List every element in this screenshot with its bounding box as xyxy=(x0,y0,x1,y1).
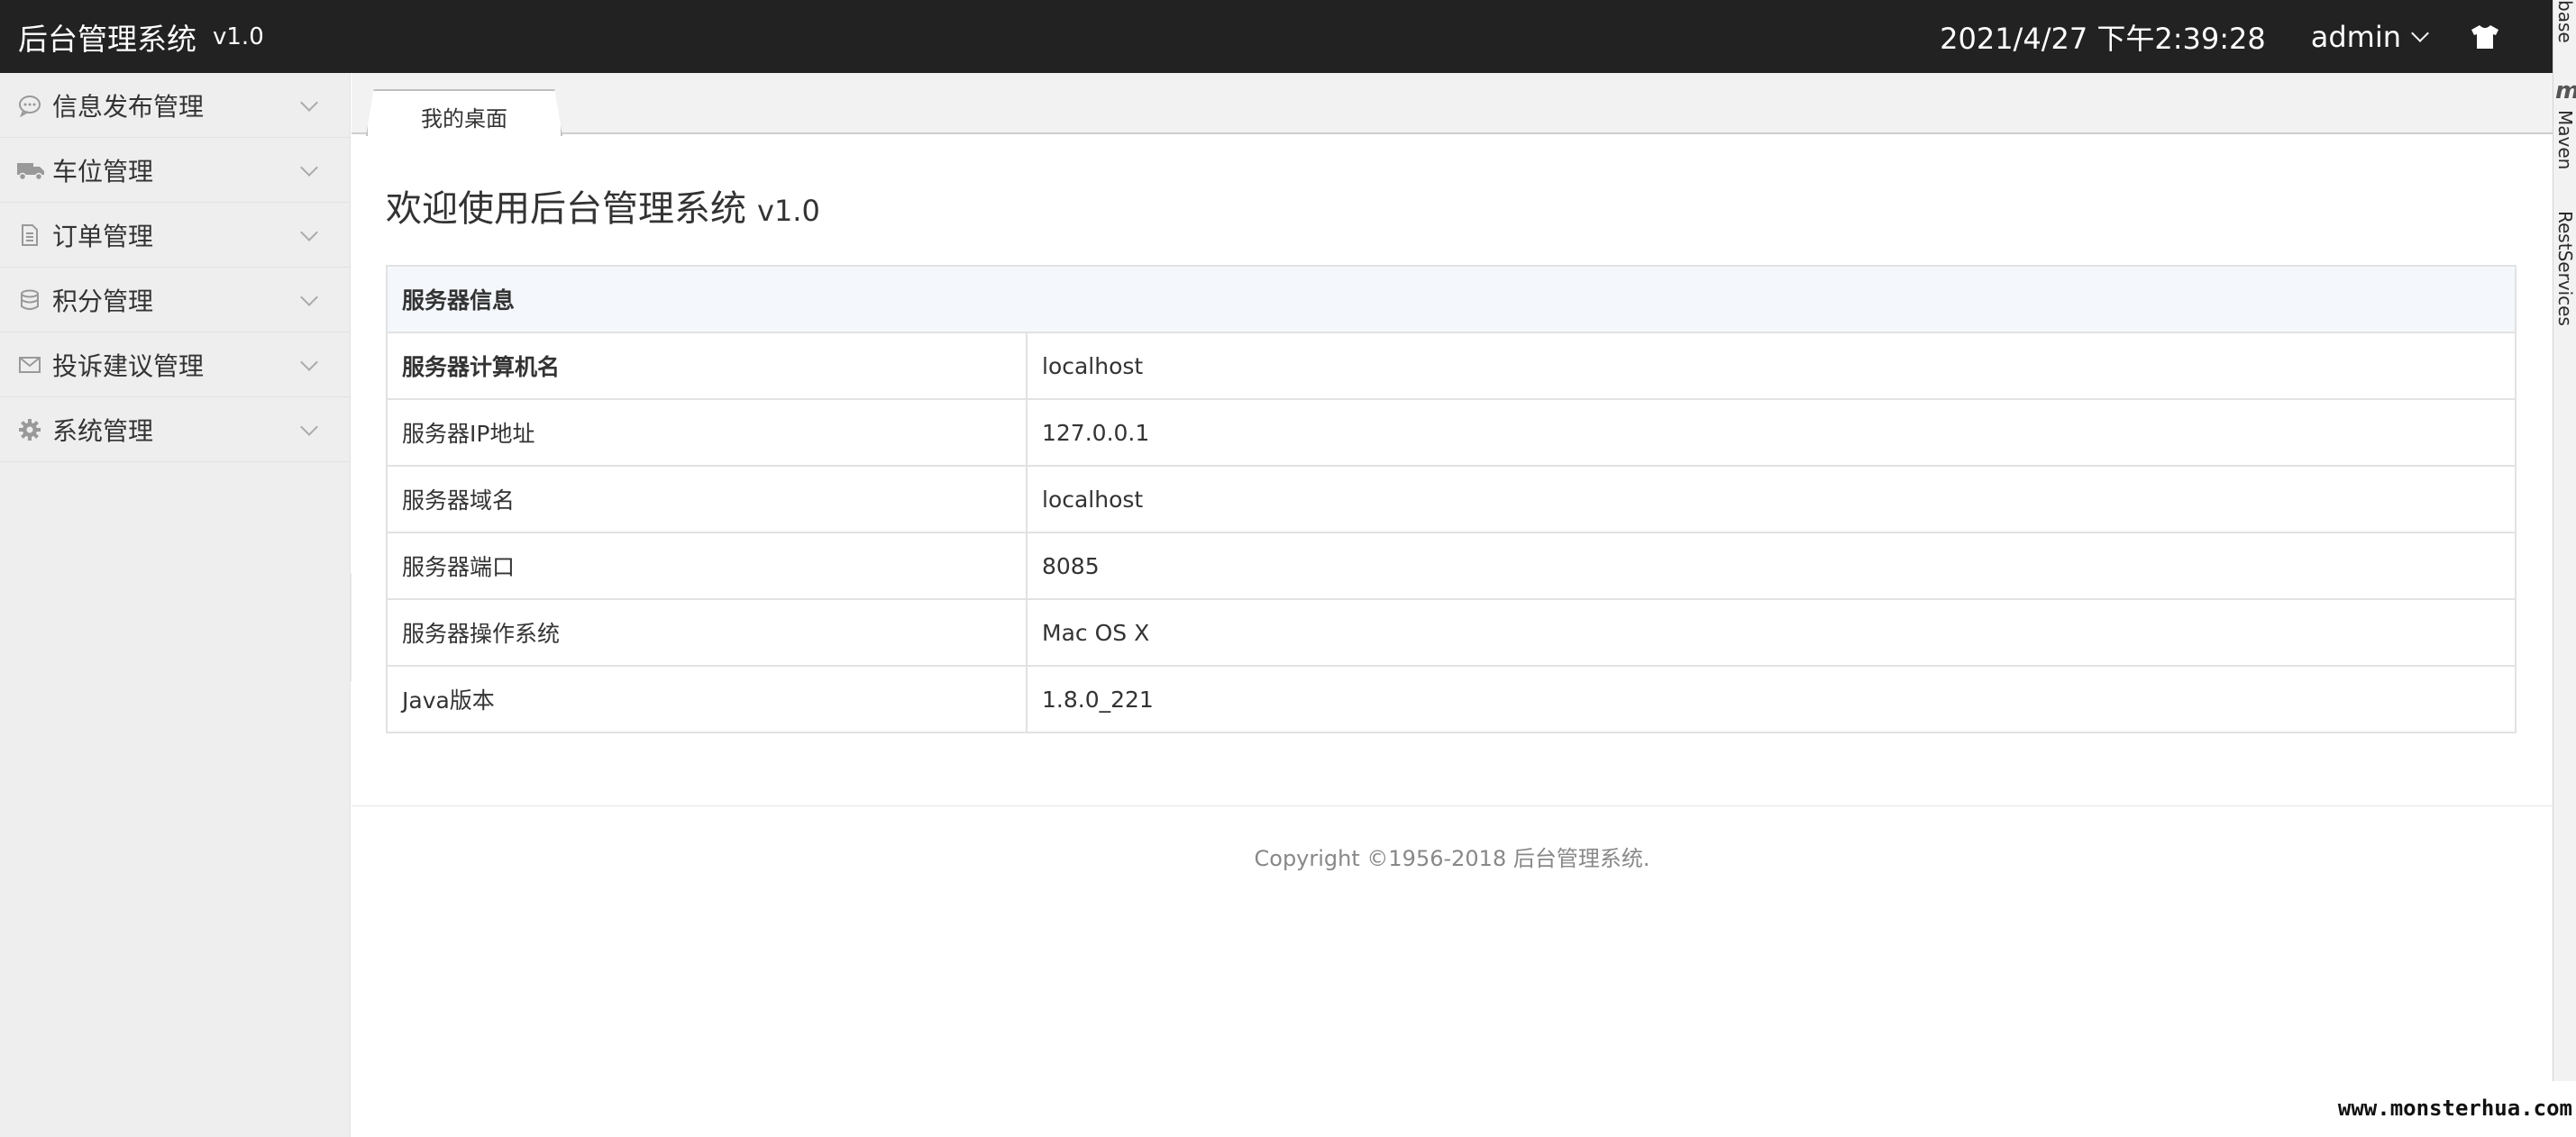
sidebar-item-label: 车位管理 xyxy=(52,156,154,186)
row-value: 8085 xyxy=(1026,532,2517,600)
gear-icon xyxy=(19,418,41,441)
app-version: v1.0 xyxy=(213,23,264,50)
ide-tab-restservices[interactable]: RestServices xyxy=(2554,211,2576,326)
main-content: 我的桌面 欢迎使用后台管理系统 v1.0 服务器信息 服务器计算机名 local… xyxy=(352,73,2553,1137)
table-row: 服务器操作系统 Mac OS X xyxy=(386,598,2517,667)
truck-icon xyxy=(17,162,44,180)
tshirt-icon[interactable] xyxy=(2470,23,2500,50)
sidebar-item-info-publish[interactable]: 信息发布管理 xyxy=(0,73,350,138)
table-row: 服务器域名 localhost xyxy=(386,465,2517,533)
row-value: localhost xyxy=(1026,332,2517,400)
user-menu[interactable]: admin xyxy=(2310,19,2429,54)
datetime-display: 2021/4/27 下午2:39:28 xyxy=(1940,21,2266,56)
ide-tab-base[interactable]: base xyxy=(2554,0,2576,43)
welcome-heading: 欢迎使用后台管理系统 v1.0 xyxy=(386,179,820,232)
table-row: 服务器计算机名 localhost xyxy=(386,332,2517,400)
sidebar-item-label: 订单管理 xyxy=(52,221,154,251)
logo[interactable]: 后台管理系统 v1.0 xyxy=(18,0,264,73)
row-key: 服务器计算机名 xyxy=(386,332,1028,400)
watermark: www.monsterhua.com xyxy=(2337,1096,2572,1121)
server-info-table: 服务器信息 服务器计算机名 localhost 服务器IP地址 127.0.0.… xyxy=(386,265,2517,733)
row-value: localhost xyxy=(1026,465,2517,533)
chevron-down-icon xyxy=(300,159,318,177)
sidebar-item-orders[interactable]: 订单管理 xyxy=(0,203,350,268)
sidebar-item-label: 信息发布管理 xyxy=(52,91,205,122)
table-row: Java版本 1.8.0_221 xyxy=(386,665,2517,733)
table-header-row: 服务器信息 xyxy=(386,265,2517,333)
tab-my-desktop[interactable]: 我的桌面 xyxy=(366,89,562,136)
chevron-down-icon xyxy=(2411,23,2429,42)
table-row: 服务器IP地址 127.0.0.1 xyxy=(386,398,2517,467)
app-root: 后台管理系统 v1.0 2021/4/27 下午2:39:28 admin ba… xyxy=(0,0,2576,1137)
header-right: 2021/4/27 下午2:39:28 admin xyxy=(1940,0,2553,73)
document-icon xyxy=(22,223,38,246)
ide-side-strip: base m Maven RestServices xyxy=(2553,0,2576,1081)
welcome-title: 欢迎使用后台管理系统 xyxy=(386,188,746,230)
chevron-down-icon xyxy=(300,288,318,306)
maven-icon: m xyxy=(2555,77,2576,105)
footer-divider xyxy=(352,805,2553,806)
row-value: Mac OS X xyxy=(1026,598,2517,667)
sidebar-item-label: 投诉建议管理 xyxy=(52,350,205,381)
envelope-icon xyxy=(19,356,41,373)
database-icon xyxy=(21,289,39,310)
comment-icon xyxy=(19,95,41,117)
app-title: 后台管理系统 xyxy=(18,21,196,57)
row-key: Java版本 xyxy=(386,665,1028,733)
sidebar: 信息发布管理 车位管理 订单管理 积分管理 投诉建议管理 系统管理 xyxy=(0,73,351,1137)
sidebar-item-system[interactable]: 系统管理 xyxy=(0,397,350,462)
row-value: 1.8.0_221 xyxy=(1026,665,2517,733)
chevron-down-icon xyxy=(300,223,318,241)
row-key: 服务器操作系统 xyxy=(386,598,1028,667)
sidebar-item-label: 系统管理 xyxy=(52,415,154,446)
welcome-version: v1.0 xyxy=(757,194,820,228)
row-key: 服务器域名 xyxy=(386,465,1028,533)
user-name: admin xyxy=(2310,19,2401,54)
sidebar-item-parking[interactable]: 车位管理 xyxy=(0,138,350,203)
row-value: 127.0.0.1 xyxy=(1026,398,2517,467)
sidebar-item-points[interactable]: 积分管理 xyxy=(0,268,350,332)
sidebar-item-label: 积分管理 xyxy=(52,286,154,316)
sidebar-item-complaints[interactable]: 投诉建议管理 xyxy=(0,332,350,397)
chevron-down-icon xyxy=(300,94,318,112)
tab-bar: 我的桌面 xyxy=(352,73,2553,134)
chevron-down-icon xyxy=(300,418,318,436)
table-row: 服务器端口 8085 xyxy=(386,532,2517,600)
ide-tab-maven[interactable]: Maven xyxy=(2554,110,2576,169)
row-key: 服务器端口 xyxy=(386,532,1028,600)
row-key: 服务器IP地址 xyxy=(386,398,1028,467)
chevron-down-icon xyxy=(300,353,318,371)
footer-copyright: Copyright ©1956-2018 后台管理系统. xyxy=(1254,846,1650,871)
table-header: 服务器信息 xyxy=(386,265,2517,333)
tab-label: 我的桌面 xyxy=(421,105,507,132)
top-header: 后台管理系统 v1.0 2021/4/27 下午2:39:28 admin xyxy=(0,0,2553,73)
